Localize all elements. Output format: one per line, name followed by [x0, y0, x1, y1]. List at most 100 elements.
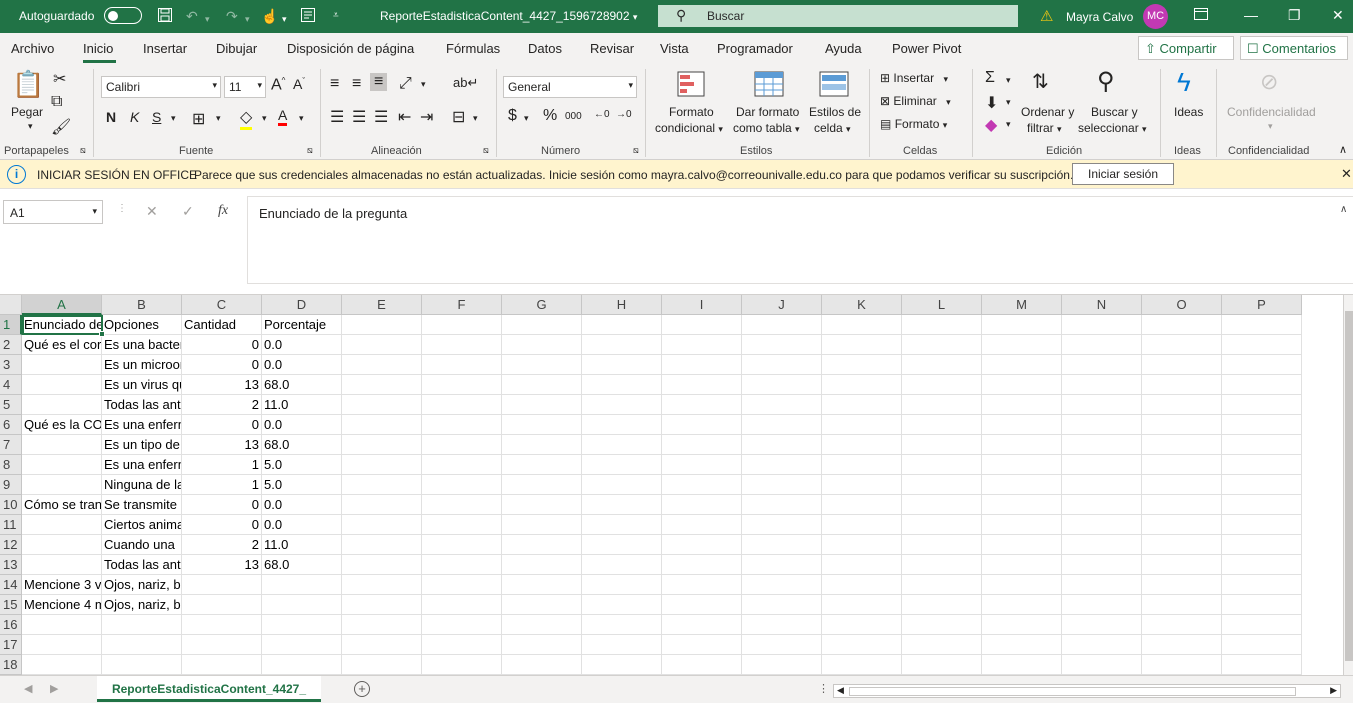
- cell-l5[interactable]: [902, 395, 982, 415]
- cell-g12[interactable]: [502, 535, 582, 555]
- row-header[interactable]: 16: [0, 615, 22, 635]
- cell-d14[interactable]: [262, 575, 342, 595]
- cell-b17[interactable]: [102, 635, 182, 655]
- clear-icon[interactable]: ◆: [985, 115, 997, 135]
- cell-k4[interactable]: [822, 375, 902, 395]
- cell-g7[interactable]: [502, 435, 582, 455]
- clipboard-launcher-icon[interactable]: ⧅: [80, 145, 86, 156]
- cell-b12[interactable]: Cuando una: [102, 535, 182, 555]
- cell-n2[interactable]: [1062, 335, 1142, 355]
- cell-p8[interactable]: [1222, 455, 1302, 475]
- vertical-scrollbar[interactable]: [1343, 295, 1353, 675]
- cell-e6[interactable]: [342, 415, 422, 435]
- cell-d17[interactable]: [262, 635, 342, 655]
- save-icon[interactable]: [157, 7, 173, 27]
- underline-icon[interactable]: S: [152, 109, 161, 125]
- cell-a2[interactable]: Qué es el coronavirus: [22, 335, 102, 355]
- ideas-label[interactable]: Ideas: [1174, 105, 1203, 119]
- cell-h1[interactable]: [582, 315, 662, 335]
- sort-filter-label-2[interactable]: filtrar ▾: [1027, 121, 1062, 135]
- row-header[interactable]: 7: [0, 435, 22, 455]
- cell-h5[interactable]: [582, 395, 662, 415]
- cell-a1[interactable]: Enunciado de la pregunta: [22, 315, 102, 335]
- cell-l16[interactable]: [902, 615, 982, 635]
- column-header-l[interactable]: L: [902, 295, 982, 315]
- cell-n17[interactable]: [1062, 635, 1142, 655]
- row-header[interactable]: 1: [0, 315, 22, 335]
- find-select-icon[interactable]: ⚲: [1097, 67, 1115, 96]
- cell-k11[interactable]: [822, 515, 902, 535]
- cell-b14[interactable]: Ojos, nariz, boca: [102, 575, 182, 595]
- cell-j9[interactable]: [742, 475, 822, 495]
- font-launcher-icon[interactable]: ⧅: [307, 145, 313, 156]
- cell-styles-label-2[interactable]: celda ▾: [814, 121, 851, 135]
- row-header[interactable]: 5: [0, 395, 22, 415]
- cell-h11[interactable]: [582, 515, 662, 535]
- cell-o7[interactable]: [1142, 435, 1222, 455]
- cell-e7[interactable]: [342, 435, 422, 455]
- cell-m16[interactable]: [982, 615, 1062, 635]
- cell-m2[interactable]: [982, 335, 1062, 355]
- cell-c12[interactable]: 2: [182, 535, 262, 555]
- cell-e11[interactable]: [342, 515, 422, 535]
- row-header[interactable]: 13: [0, 555, 22, 575]
- cell-c2[interactable]: 0: [182, 335, 262, 355]
- cell-j18[interactable]: [742, 655, 822, 675]
- confirm-entry-icon[interactable]: ✓: [182, 203, 194, 220]
- cell-h12[interactable]: [582, 535, 662, 555]
- cell-k15[interactable]: [822, 595, 902, 615]
- cell-styles-icon[interactable]: [819, 71, 849, 102]
- cell-d11[interactable]: 0.0: [262, 515, 342, 535]
- find-select-label-1[interactable]: Buscar y: [1091, 105, 1138, 119]
- fill-icon[interactable]: ⬇: [985, 93, 998, 113]
- row-header[interactable]: 2: [0, 335, 22, 355]
- cell-d3[interactable]: 0.0: [262, 355, 342, 375]
- cell-k2[interactable]: [822, 335, 902, 355]
- cell-c15[interactable]: [182, 595, 262, 615]
- sensitivity-icon[interactable]: ⊘: [1260, 69, 1278, 95]
- cell-i10[interactable]: [662, 495, 742, 515]
- borders-dropdown-icon[interactable]: ▾: [216, 113, 221, 124]
- cell-i9[interactable]: [662, 475, 742, 495]
- comments-button[interactable]: ☐ Comentarios: [1240, 36, 1348, 60]
- cell-b2[interactable]: Es una bacteria: [102, 335, 182, 355]
- paste-label[interactable]: Pegar: [11, 105, 43, 119]
- cell-m11[interactable]: [982, 515, 1062, 535]
- sort-filter-label-1[interactable]: Ordenar y: [1021, 105, 1074, 119]
- row-header[interactable]: 17: [0, 635, 22, 655]
- cell-p14[interactable]: [1222, 575, 1302, 595]
- increase-decimal-icon[interactable]: ←0: [594, 109, 610, 120]
- cell-g3[interactable]: [502, 355, 582, 375]
- autosum-icon[interactable]: Σ: [985, 69, 995, 87]
- cell-e10[interactable]: [342, 495, 422, 515]
- redo-dropdown-icon[interactable]: ▾: [245, 10, 250, 28]
- formula-bar[interactable]: Enunciado de la pregunta: [247, 196, 1353, 284]
- cell-h16[interactable]: [582, 615, 662, 635]
- alignment-launcher-icon[interactable]: ⧅: [483, 145, 489, 156]
- column-header-e[interactable]: E: [342, 295, 422, 315]
- cell-f2[interactable]: [422, 335, 502, 355]
- cell-h3[interactable]: [582, 355, 662, 375]
- column-header-h[interactable]: H: [582, 295, 662, 315]
- row-header[interactable]: 3: [0, 355, 22, 375]
- cell-h2[interactable]: [582, 335, 662, 355]
- cell-p1[interactable]: [1222, 315, 1302, 335]
- conditional-format-label-2[interactable]: condicional ▾: [655, 121, 723, 135]
- row-header[interactable]: 8: [0, 455, 22, 475]
- cell-g14[interactable]: [502, 575, 582, 595]
- cell-l18[interactable]: [902, 655, 982, 675]
- cell-j7[interactable]: [742, 435, 822, 455]
- cell-e12[interactable]: [342, 535, 422, 555]
- font-color-dropdown-icon[interactable]: ▾: [299, 113, 304, 124]
- cell-j5[interactable]: [742, 395, 822, 415]
- cell-k9[interactable]: [822, 475, 902, 495]
- cell-a5[interactable]: [22, 395, 102, 415]
- row-header[interactable]: 4: [0, 375, 22, 395]
- cell-a10[interactable]: Cómo se transmite: [22, 495, 102, 515]
- cell-k3[interactable]: [822, 355, 902, 375]
- cell-a8[interactable]: [22, 455, 102, 475]
- cell-d9[interactable]: 5.0: [262, 475, 342, 495]
- fill-color-icon[interactable]: ◇: [240, 107, 253, 130]
- column-header-o[interactable]: O: [1142, 295, 1222, 315]
- cell-i14[interactable]: [662, 575, 742, 595]
